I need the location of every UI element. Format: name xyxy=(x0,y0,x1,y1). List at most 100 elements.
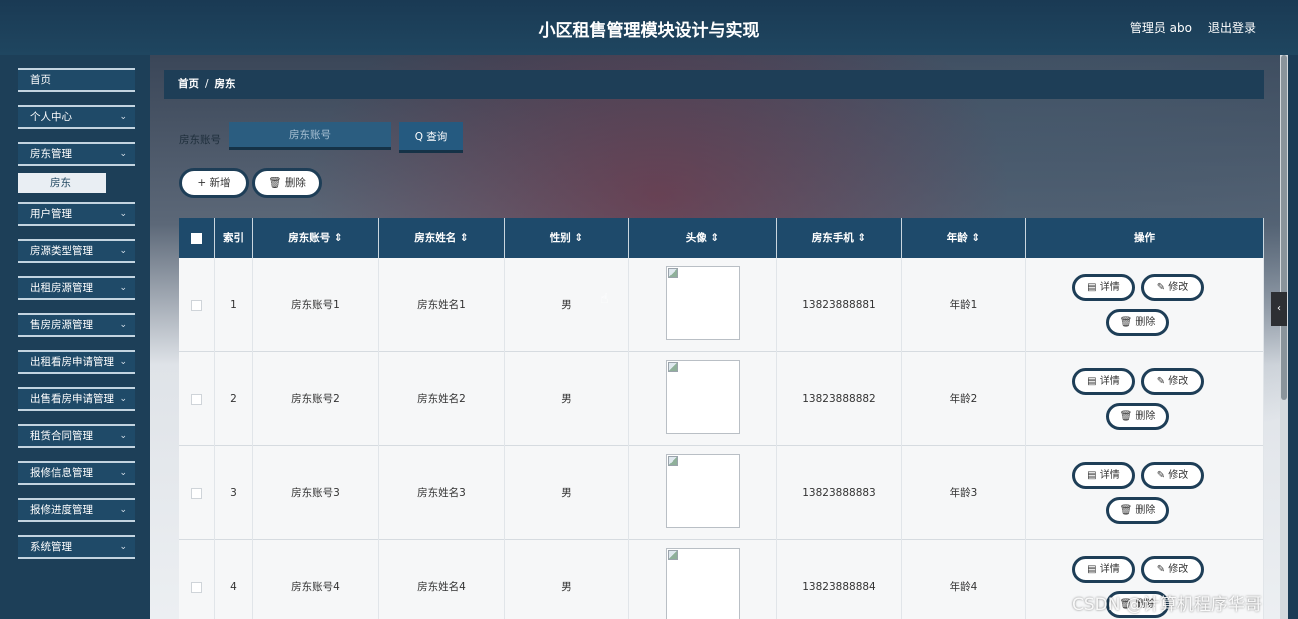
column-header[interactable]: 房东手机 ⇕ xyxy=(777,218,902,258)
cell-gender: 男 xyxy=(505,352,629,446)
sidebar-item[interactable]: 首页 xyxy=(18,68,135,92)
sidebar-item-label: 报修信息管理 xyxy=(30,467,93,479)
column-header[interactable]: 头像 ⇕ xyxy=(629,218,777,258)
op-detail-button[interactable]: ▤ 详情 xyxy=(1072,368,1135,395)
op-delete-button[interactable]: 🗑 删除 xyxy=(1106,403,1169,430)
chevron-down-icon: ⌄ xyxy=(119,505,127,515)
collapse-tab[interactable]: ‹ xyxy=(1271,292,1287,326)
chevron-down-icon: ⌄ xyxy=(119,431,127,441)
main-content: 首页 / 房东 房东账号 Q 查询 + 新增 🗑 删除 索引房东账号 ⇕房东姓名 ⇕… xyxy=(150,55,1280,619)
sidebar-item[interactable]: 用户管理 ⌄ xyxy=(18,202,135,226)
column-header[interactable]: 年龄 ⇕ xyxy=(902,218,1026,258)
op-edit-button[interactable]: ✎ 修改 xyxy=(1141,462,1204,489)
sidebar-item[interactable]: 房东管理 ⌄ xyxy=(18,142,135,166)
cell-account: 房东账号1 xyxy=(253,258,379,352)
sidebar-item[interactable]: 报修进度管理 ⌄ xyxy=(18,498,135,522)
sidebar-item-label: 出售看房申请管理 xyxy=(30,393,114,405)
sidebar-subitem-landlord[interactable]: 房东 xyxy=(18,173,106,193)
table-row: 1 房东账号1 房东姓名1 男 13823888881 年龄1 ▤ 详情 ✎ 修改 🗑 删除 xyxy=(179,258,1264,352)
row-checkbox-cell xyxy=(179,258,215,352)
column-header[interactable]: 房东账号 ⇕ xyxy=(253,218,379,258)
cell-index: 2 xyxy=(215,352,253,446)
delete-button[interactable]: 🗑 删除 xyxy=(252,168,322,198)
sidebar-item[interactable]: 租赁合同管理 ⌄ xyxy=(18,424,135,448)
sidebar-item-label: 房东管理 xyxy=(30,148,72,160)
app-title: 小区租售管理模块设计与实现 xyxy=(538,21,760,41)
broken-image-icon xyxy=(668,268,678,278)
select-all-checkbox[interactable] xyxy=(179,218,215,258)
avatar-image xyxy=(666,548,740,619)
broken-image-icon xyxy=(668,550,678,560)
table-row: 2 房东账号2 房东姓名2 男 13823888882 年龄2 ▤ 详情 ✎ 修改 🗑 删除 xyxy=(179,352,1264,446)
cell-account: 房东账号2 xyxy=(253,352,379,446)
breadcrumb-separator: / xyxy=(205,78,209,90)
sidebar-item-label: 系统管理 xyxy=(30,541,72,553)
avatar-image xyxy=(666,360,740,434)
sidebar-item[interactable]: 系统管理 ⌄ xyxy=(18,535,135,559)
cell-phone: 13823888881 xyxy=(777,258,902,352)
cell-age: 年龄2 xyxy=(902,352,1026,446)
scrollbar-thumb[interactable] xyxy=(1281,55,1287,400)
sidebar-item[interactable]: 出租看房申请管理 ⌄ xyxy=(18,350,135,374)
op-detail-button[interactable]: ▤ 详情 xyxy=(1072,556,1135,583)
logout-link[interactable]: 退出登录 xyxy=(1208,19,1256,36)
sidebar-item[interactable]: 出租房源管理 ⌄ xyxy=(18,276,135,300)
breadcrumb-home[interactable]: 首页 xyxy=(178,78,199,90)
query-button[interactable]: Q 查询 xyxy=(399,122,463,153)
chevron-down-icon: ⌄ xyxy=(119,320,127,330)
sidebar-item-label: 用户管理 xyxy=(30,208,72,220)
sidebar-item-label: 租赁合同管理 xyxy=(30,430,93,442)
cell-age: 年龄3 xyxy=(902,446,1026,540)
cell-index: 3 xyxy=(215,446,253,540)
op-detail-button[interactable]: ▤ 详情 xyxy=(1072,462,1135,489)
sidebar-item[interactable]: 个人中心 ⌄ xyxy=(18,105,135,129)
column-header[interactable]: 性别 ⇕ xyxy=(505,218,629,258)
row-checkbox[interactable] xyxy=(191,299,202,311)
cell-phone: 13823888883 xyxy=(777,446,902,540)
cell-account: 房东账号3 xyxy=(253,446,379,540)
actions-cell: ▤ 详情 ✎ 修改 🗑 删除 xyxy=(1026,352,1264,446)
chevron-down-icon: ⌄ xyxy=(119,112,127,122)
op-edit-button[interactable]: ✎ 修改 xyxy=(1141,274,1204,301)
cell-name: 房东姓名4 xyxy=(379,540,505,619)
cell-account: 房东账号4 xyxy=(253,540,379,619)
search-input[interactable] xyxy=(229,122,391,150)
row-checkbox[interactable] xyxy=(191,393,202,405)
watermark: CSDN @计算机程序华哥 xyxy=(1072,595,1262,615)
search-label: 房东账号 xyxy=(179,134,221,146)
op-edit-button[interactable]: ✎ 修改 xyxy=(1141,368,1204,395)
row-checkbox-cell xyxy=(179,446,215,540)
sidebar: 首页 个人中心 ⌄ 房东管理 ⌄ 用户管理 ⌄ 房源类型管理 ⌄ 出租房源管理 ⌄ 售房房源管理 ⌄ 出租… xyxy=(0,55,150,619)
op-detail-button[interactable]: ▤ 详情 xyxy=(1072,274,1135,301)
sidebar-item-label: 售房房源管理 xyxy=(30,319,93,331)
op-edit-button[interactable]: ✎ 修改 xyxy=(1141,556,1204,583)
chevron-down-icon: ⌄ xyxy=(119,357,127,367)
row-checkbox[interactable] xyxy=(191,487,202,499)
avatar-cell xyxy=(629,446,777,540)
add-button[interactable]: + 新增 xyxy=(179,168,249,198)
sidebar-item[interactable]: 报修信息管理 ⌄ xyxy=(18,461,135,485)
cell-gender: 男 xyxy=(505,258,629,352)
column-header[interactable]: 房东姓名 ⇕ xyxy=(379,218,505,258)
sidebar-item[interactable]: 出售看房申请管理 ⌄ xyxy=(18,387,135,411)
row-checkbox[interactable] xyxy=(191,581,202,593)
chevron-down-icon: ⌄ xyxy=(119,283,127,293)
breadcrumb: 首页 / 房东 xyxy=(164,70,1264,99)
chevron-down-icon: ⌄ xyxy=(119,394,127,404)
chevron-down-icon: ⌄ xyxy=(119,149,127,159)
cell-name: 房东姓名3 xyxy=(379,446,505,540)
op-delete-button[interactable]: 🗑 删除 xyxy=(1106,309,1169,336)
avatar-image xyxy=(666,266,740,340)
cell-phone: 13823888884 xyxy=(777,540,902,619)
table-row: 3 房东账号3 房东姓名3 男 13823888883 年龄3 ▤ 详情 ✎ 修改 🗑 删除 xyxy=(179,446,1264,540)
sidebar-item-label: 房源类型管理 xyxy=(30,245,93,257)
cell-gender: 男 xyxy=(505,446,629,540)
column-header: 索引 xyxy=(215,218,253,258)
sidebar-item-label: 出租房源管理 xyxy=(30,282,93,294)
op-delete-button[interactable]: 🗑 删除 xyxy=(1106,497,1169,524)
chevron-down-icon: ⌄ xyxy=(119,209,127,219)
sidebar-item[interactable]: 房源类型管理 ⌄ xyxy=(18,239,135,263)
sidebar-item[interactable]: 售房房源管理 ⌄ xyxy=(18,313,135,337)
cell-name: 房东姓名1 xyxy=(379,258,505,352)
user-label[interactable]: 管理员 abo xyxy=(1130,19,1192,36)
